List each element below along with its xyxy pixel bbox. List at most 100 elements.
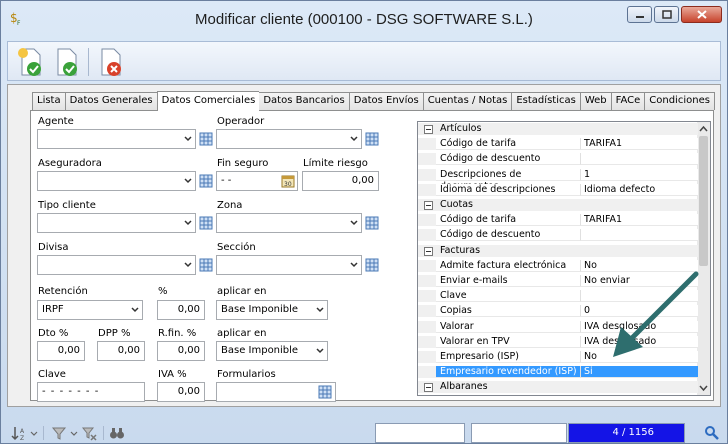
aplicar-en-combo[interactable]: Base Imponible — [216, 300, 328, 320]
grid-category-name: Artículos — [440, 123, 482, 134]
grid-property-value[interactable]: TARIFA1 — [580, 214, 698, 227]
zona-label: Zona — [217, 200, 243, 211]
grid-row[interactable]: Código de descuento — [418, 229, 698, 242]
tab-estadisticas[interactable]: Estadísticas — [511, 92, 580, 110]
dto-field[interactable]: 0,00 — [37, 341, 85, 361]
table-lookup-icon[interactable] — [365, 132, 379, 146]
table-lookup-icon[interactable] — [199, 258, 213, 272]
scrollbar-thumb[interactable] — [699, 136, 708, 266]
close-button[interactable] — [681, 6, 722, 23]
chevron-down-icon[interactable] — [29, 425, 39, 441]
save-document-icon[interactable] — [50, 45, 84, 79]
collapse-icon[interactable] — [424, 201, 433, 210]
dpp-field[interactable]: 0,00 — [97, 341, 145, 361]
grid-property-value[interactable]: Idioma defecto — [580, 183, 698, 196]
formularios-field[interactable] — [216, 382, 336, 402]
tab-datos-bancarios[interactable]: Datos Bancarios — [259, 92, 349, 110]
grid-property-value[interactable]: 1 — [580, 168, 698, 181]
grid-category[interactable]: Cuotas — [418, 199, 698, 211]
aplicar-en-2-combo[interactable]: Base Imponible — [216, 341, 328, 361]
grid-row[interactable]: Idioma de descripciones Idioma defecto — [418, 183, 698, 196]
chevron-down-icon — [184, 220, 192, 226]
grid-property-value[interactable] — [580, 153, 698, 166]
tab-lista[interactable]: Lista — [32, 92, 65, 110]
collapse-icon[interactable] — [424, 246, 433, 256]
grid-row[interactable]: Código de tarifa TARIFA1 — [418, 138, 698, 151]
table-lookup-icon[interactable] — [365, 258, 379, 272]
maximize-button[interactable] — [654, 6, 679, 23]
chevron-down-icon[interactable] — [69, 425, 79, 441]
search-icon[interactable] — [704, 425, 720, 441]
limite-riesgo-field[interactable]: 0,00 — [302, 171, 379, 191]
filter-icon[interactable] — [51, 425, 67, 441]
formularios-label: Formularios — [217, 369, 276, 380]
grid-category[interactable]: Artículos — [418, 123, 698, 135]
seccion-combo[interactable] — [216, 255, 362, 275]
tab-face[interactable]: FACe — [610, 92, 645, 110]
tab-panel-datos-comerciales: Agente Operador Aseguradora Fin seguro -… — [30, 110, 714, 402]
grid-property-name: Código de tarifa — [418, 138, 580, 151]
grid-category-name: Albaranes — [440, 381, 488, 393]
agente-combo[interactable] — [37, 129, 196, 149]
scroll-down-icon[interactable] — [699, 384, 708, 392]
close-icon — [696, 10, 707, 19]
retencion-combo[interactable]: IRPF — [37, 300, 143, 320]
limite-riesgo-label: Límite riesgo — [303, 158, 368, 169]
title-bar[interactable]: $ F Modificar cliente (000100 - DSG SOFT… — [1, 1, 727, 35]
table-lookup-icon[interactable] — [365, 216, 379, 230]
tipo-cliente-combo[interactable] — [37, 213, 196, 233]
cancel-document-icon[interactable] — [94, 45, 128, 79]
client-area: Lista Datos Generales Datos Comerciales Dat… — [7, 84, 721, 407]
iva-value: 0,00 — [177, 386, 200, 397]
tab-web[interactable]: Web — [579, 92, 611, 110]
collapse-icon[interactable] — [424, 125, 433, 134]
chevron-down-icon — [184, 178, 192, 184]
window-title: Modificar cliente (000100 - DSG SOFTWARE… — [195, 11, 533, 28]
minimize-button[interactable] — [627, 6, 652, 23]
zona-combo[interactable] — [216, 213, 362, 233]
retencion-pct-field[interactable]: 0,00 — [157, 300, 205, 320]
grid-row[interactable]: Descripciones de documentos1 — [418, 168, 698, 192]
grid-category[interactable]: Facturas — [418, 244, 698, 257]
table-lookup-icon[interactable] — [199, 132, 213, 146]
client-window: $ F Modificar cliente (000100 - DSG SOFT… — [0, 0, 728, 444]
sort-icon[interactable]: AZ — [11, 425, 27, 441]
operador-combo[interactable] — [216, 129, 362, 149]
tab-datos-comerciales[interactable]: Datos Comerciales — [156, 91, 260, 111]
tab-datos-generales[interactable]: Datos Generales — [64, 92, 157, 110]
clear-filter-icon[interactable] — [81, 425, 97, 441]
divisa-combo[interactable] — [37, 255, 196, 275]
binoculars-icon[interactable] — [109, 425, 125, 441]
iva-field[interactable]: 0,00 — [157, 382, 205, 402]
calendar-icon[interactable]: 30 — [281, 174, 295, 188]
clave-value: - - - - - - - — [42, 386, 100, 397]
new-document-icon[interactable] — [14, 45, 48, 79]
table-lookup-icon[interactable] — [199, 174, 213, 188]
aseguradora-label: Aseguradora — [38, 158, 102, 169]
aplicar-en-2-label: aplicar en — [217, 328, 267, 339]
status-field-2 — [471, 423, 567, 443]
grid-property-name: Valorar — [418, 320, 580, 333]
tab-datos-envios[interactable]: Datos Envíos — [348, 92, 423, 110]
grid-property-value[interactable]: TARIFA1 — [580, 138, 698, 151]
agente-label: Agente — [38, 116, 74, 127]
grid-property-name: Clave — [418, 290, 580, 303]
aplicar-en-2-value: Base Imponible — [221, 345, 299, 356]
aseguradora-combo[interactable] — [37, 171, 196, 191]
table-lookup-icon[interactable] — [318, 385, 332, 399]
tab-condiciones[interactable]: Condiciones — [644, 92, 715, 110]
grid-property-value[interactable] — [580, 229, 698, 242]
clave-field[interactable]: - - - - - - - — [37, 382, 145, 402]
rfin-label: R.fin. % — [158, 328, 197, 339]
grid-row[interactable]: Código de descuento — [418, 153, 698, 166]
chevron-down-icon — [131, 307, 139, 313]
table-lookup-icon[interactable] — [199, 216, 213, 230]
collapse-icon[interactable] — [424, 383, 433, 393]
rfin-field[interactable]: 0,00 — [157, 341, 205, 361]
grid-category[interactable]: Albaranes — [418, 381, 698, 394]
tab-cuentas-notas[interactable]: Cuentas / Notas — [422, 92, 512, 110]
scroll-up-icon[interactable] — [699, 125, 708, 133]
grid-row[interactable]: Código de tarifa TARIFA1 — [418, 214, 698, 227]
limite-riesgo-value: 0,00 — [351, 175, 374, 186]
aplicar-en-label: aplicar en — [217, 286, 267, 297]
